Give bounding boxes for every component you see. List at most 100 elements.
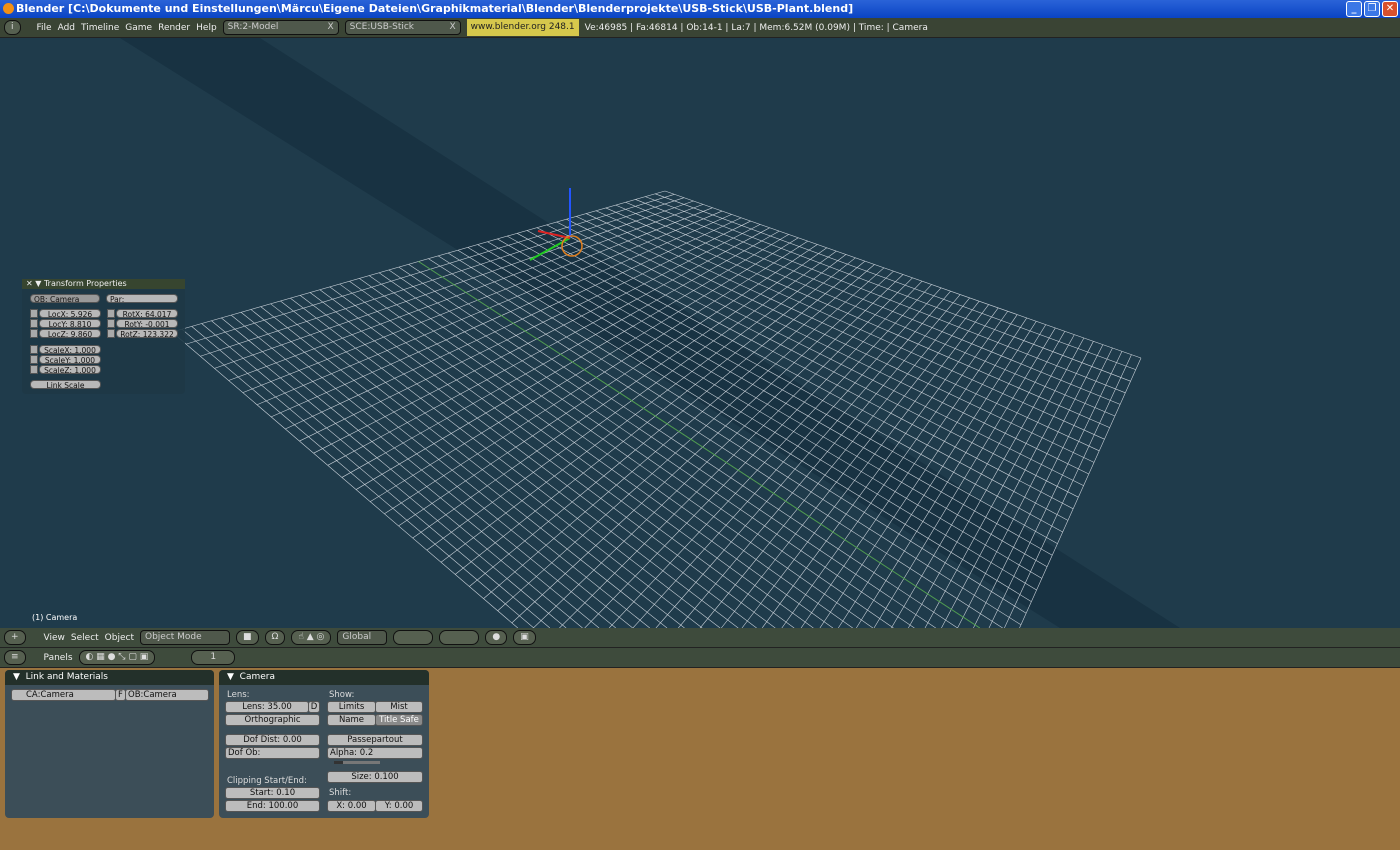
layers-grid-2[interactable] — [439, 630, 480, 645]
lock-layers-icon[interactable]: ● — [485, 630, 508, 645]
pivot-icon[interactable]: Ω — [264, 630, 286, 645]
window-title: Blender [C:\Dokumente und Einstellungen\… — [16, 2, 854, 15]
render-menu[interactable]: Render — [158, 23, 190, 33]
scene-selector[interactable]: SCE:USB-Stick X — [344, 20, 461, 35]
context-tabs[interactable]: ◐ ▦ ● ⤡ ▢ ▣ — [78, 650, 156, 665]
orthographic-toggle[interactable]: Orthographic — [225, 714, 320, 726]
grid-line — [230, 314, 617, 628]
screen-selector[interactable]: SR:2-Model X — [222, 20, 339, 35]
camera-header: ▼ Camera — [219, 670, 429, 685]
clipping-label: Clipping Start/End: — [227, 776, 307, 786]
object-name-field[interactable]: OB: Camera — [30, 294, 100, 304]
lock-icon[interactable] — [30, 355, 38, 364]
mode-select[interactable]: Object Mode — [139, 630, 230, 645]
locy-field[interactable]: LocY: 8.810 — [39, 319, 101, 329]
alpha-track[interactable] — [334, 761, 380, 764]
locx-field[interactable]: LocX: 5.926 — [39, 309, 101, 319]
dof-ob-field[interactable]: Dof Ob: — [225, 747, 320, 759]
alpha-fill — [334, 761, 344, 764]
shift-y-field[interactable]: Y: 0.00 — [375, 800, 423, 812]
shadow-band — [120, 38, 1180, 628]
manipulator-icon[interactable]: ☝ ▲ ◎ — [291, 630, 332, 645]
lock-icon[interactable] — [30, 309, 38, 318]
object-menu[interactable]: Object — [105, 633, 134, 643]
file-menu[interactable]: File — [37, 23, 52, 33]
rotz-field[interactable]: RotZ: 123.322 — [116, 329, 178, 339]
scene-name[interactable]: SCE:USB-Stick — [350, 21, 446, 34]
grid-line — [211, 320, 583, 628]
size-field[interactable]: Size: 0.100 — [327, 771, 423, 783]
editor-type-icon[interactable]: + — [4, 630, 26, 645]
shift-x-field[interactable]: X: 0.00 — [327, 800, 376, 812]
lock-icon[interactable] — [30, 329, 38, 338]
clip-end-field[interactable]: End: 100.00 — [225, 800, 320, 812]
view3d-header: + View Select Object Object Mode ■ Ω ☝ ▲… — [0, 628, 1400, 648]
lock-icon[interactable] — [30, 319, 38, 328]
object-field[interactable]: OB:Camera — [125, 689, 209, 701]
clip-start-field[interactable]: Start: 0.10 — [225, 787, 320, 799]
layers-grid[interactable] — [393, 630, 434, 645]
add-menu[interactable]: Add — [58, 23, 75, 33]
link-materials-header: ▼ Link and Materials — [5, 670, 214, 685]
link-materials-title: Link and Materials — [25, 672, 108, 682]
mist-toggle[interactable]: Mist — [375, 701, 423, 713]
parent-field[interactable]: Par: — [106, 294, 178, 304]
maximize-button[interactable]: ❐ — [1364, 1, 1380, 17]
render-icon[interactable]: ▣ — [513, 630, 536, 645]
close-button[interactable]: ✕ — [1382, 1, 1398, 17]
passepartout-toggle[interactable]: Passepartout — [327, 734, 423, 746]
scalez-field[interactable]: ScaleZ: 1.000 — [39, 365, 101, 375]
lens-d-button[interactable]: D — [308, 701, 320, 713]
website-link[interactable]: www.blender.org 248.1 — [466, 19, 579, 36]
game-menu[interactable]: Game — [125, 23, 152, 33]
delete-scene-icon[interactable]: X — [450, 21, 456, 34]
scalex-field[interactable]: ScaleX: 1.000 — [39, 345, 101, 355]
view-menu[interactable]: View — [44, 633, 65, 643]
camera-panel: ▼ Camera Lens: Lens: 35.00 D Orthographi… — [219, 670, 429, 818]
grid-line — [201, 323, 567, 628]
draw-type-icon[interactable]: ■ — [235, 630, 259, 645]
roty-field[interactable]: RotY: -0.001 — [116, 319, 178, 329]
grid-line — [761, 307, 999, 628]
title-safe-toggle[interactable]: Title Safe — [375, 714, 423, 726]
lock-icon[interactable] — [30, 345, 38, 354]
grid-line — [250, 309, 650, 628]
camera-data-field[interactable]: CA:Camera — [11, 689, 116, 701]
lens-field[interactable]: Lens: 35.00 — [225, 701, 309, 713]
stats-text: Ve:46985 | Fa:46814 | Ob:14-1 | La:7 | M… — [584, 22, 928, 33]
object-label: (1) Camera — [32, 613, 78, 622]
alpha-label: Alpha: 0.2 — [330, 748, 374, 758]
editor-type-icon[interactable]: ≡ — [4, 650, 26, 665]
grid-line — [191, 326, 551, 628]
grid-line — [240, 312, 633, 628]
frame-field[interactable]: 1 — [191, 650, 236, 665]
link-scale-button[interactable]: Link Scale — [30, 380, 101, 390]
rotx-field[interactable]: RotX: 64.017 — [116, 309, 178, 319]
orientation-select[interactable]: Global — [337, 630, 388, 645]
minimize-button[interactable]: _ — [1346, 1, 1362, 17]
lock-icon[interactable] — [107, 329, 115, 338]
lens-label: Lens: — [227, 690, 250, 700]
grid-line — [428, 258, 1003, 628]
limits-toggle[interactable]: Limits — [327, 701, 376, 713]
grid-floor — [120, 38, 1180, 628]
menu-bar: i File Add Timeline Game Render Help SR:… — [0, 18, 1400, 38]
scaley-field[interactable]: ScaleY: 1.000 — [39, 355, 101, 365]
info-icon[interactable]: i — [4, 20, 21, 35]
lock-icon[interactable] — [107, 309, 115, 318]
help-menu[interactable]: Help — [196, 23, 217, 33]
lock-icon[interactable] — [30, 365, 38, 374]
buttons-header: ≡ Panels ◐ ▦ ● ⤡ ▢ ▣ 1 — [0, 648, 1400, 668]
panels-menu[interactable]: Panels — [44, 653, 73, 663]
name-toggle[interactable]: Name — [327, 714, 376, 726]
locz-field[interactable]: LocZ: 9.860 — [39, 329, 101, 339]
select-menu[interactable]: Select — [71, 633, 99, 643]
timeline-menu[interactable]: Timeline — [81, 23, 119, 33]
alpha-slider[interactable]: Alpha: 0.2 — [327, 747, 423, 764]
delete-screen-icon[interactable]: X — [328, 21, 334, 34]
lock-icon[interactable] — [107, 319, 115, 328]
dof-dist-field[interactable]: Dof Dist: 0.00 — [225, 734, 320, 746]
screen-name[interactable]: SR:2-Model — [228, 21, 324, 34]
link-materials-panel: ▼ Link and Materials CA:Camera F OB:Came… — [5, 670, 214, 818]
3d-viewport[interactable]: ✕ ▼ Transform Properties OB: Camera Par:… — [0, 38, 1400, 628]
